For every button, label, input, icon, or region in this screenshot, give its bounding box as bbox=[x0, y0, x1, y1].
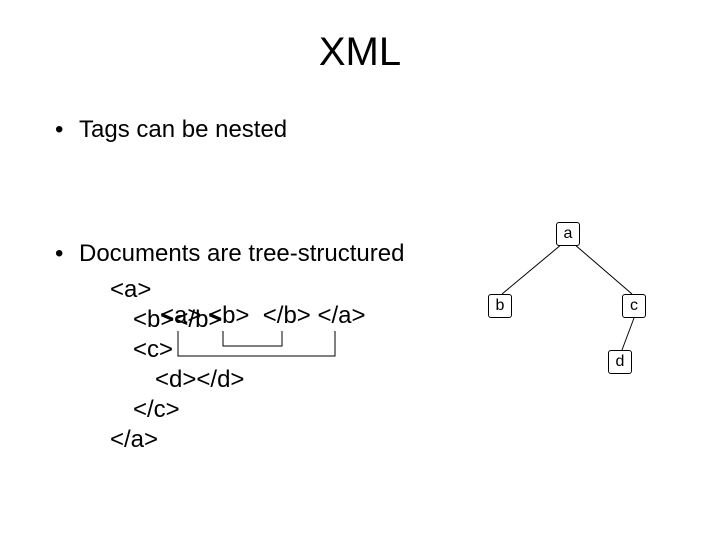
code-line-6: </a> bbox=[110, 425, 404, 455]
bullet-dot: • bbox=[55, 115, 79, 145]
tree-node-b: b bbox=[488, 294, 512, 318]
bullet-2-text: Documents are tree-structured bbox=[79, 239, 404, 269]
bullet-list: • Tags can be nested <a> <b> </b> </a> •… bbox=[55, 115, 404, 455]
slide-title: XML bbox=[0, 30, 720, 75]
bullet-item-2: • Documents are tree-structured bbox=[55, 239, 404, 269]
tree-node-d: d bbox=[608, 350, 632, 374]
tree-node-c: c bbox=[622, 294, 646, 318]
bracket-icon bbox=[160, 301, 390, 361]
tree-edges-icon bbox=[460, 220, 670, 430]
code-line-5: </c> bbox=[133, 395, 404, 425]
tree-diagram: a b c d bbox=[460, 220, 670, 430]
bullet-item-1: • Tags can be nested bbox=[55, 115, 404, 145]
tree-node-a: a bbox=[556, 222, 580, 246]
nesting-diagram: <a> <b> </b> </a> bbox=[55, 151, 404, 213]
bullet-1-text: Tags can be nested bbox=[79, 115, 287, 145]
slide: XML • Tags can be nested <a> <b> </b> </… bbox=[0, 0, 720, 540]
code-line-4: <d></d> bbox=[155, 365, 404, 395]
bullet-dot: • bbox=[55, 239, 79, 269]
